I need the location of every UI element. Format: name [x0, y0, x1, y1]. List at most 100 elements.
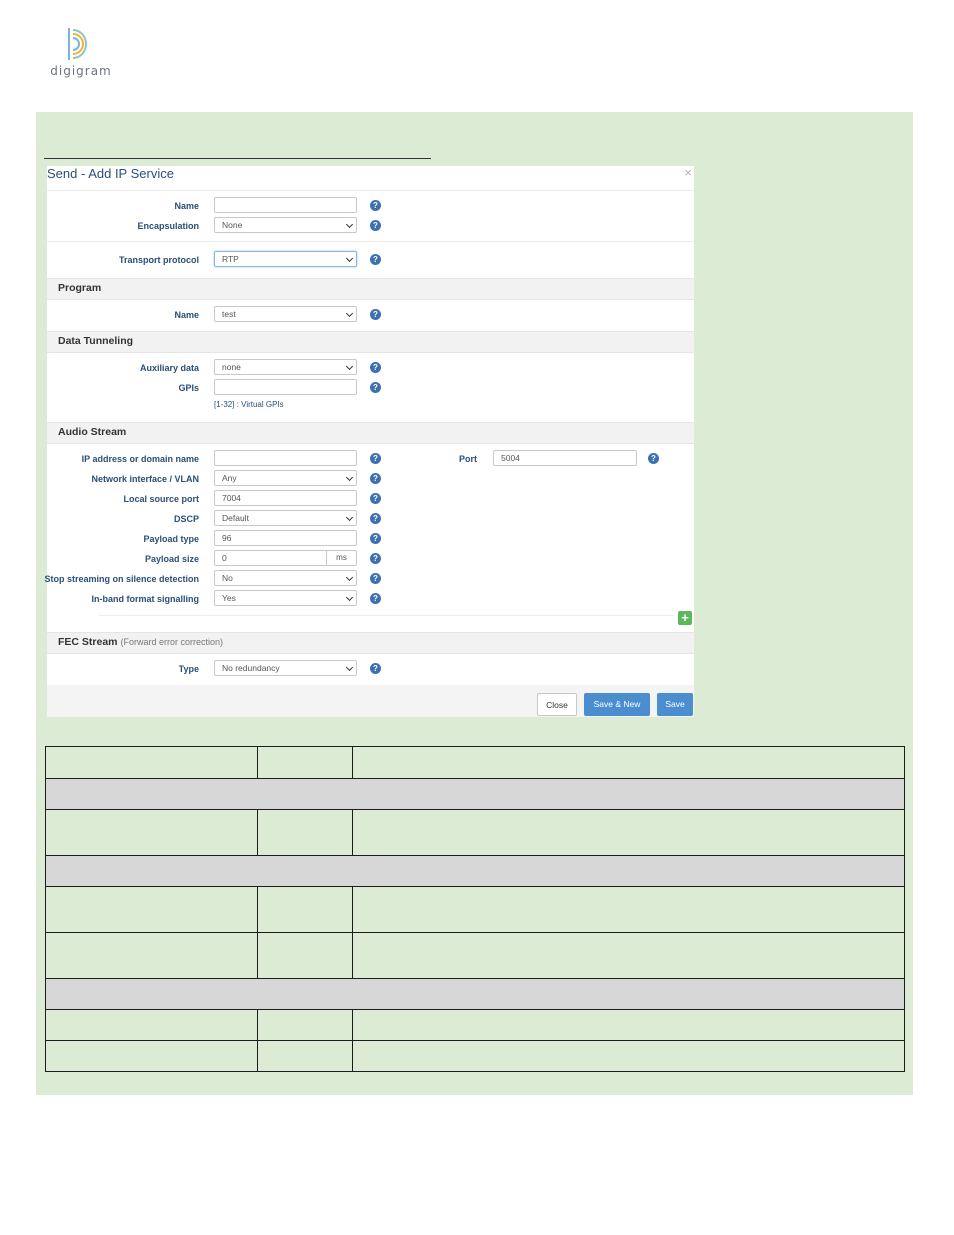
gpis-input[interactable] [214, 379, 357, 395]
gpis-help-icon[interactable]: ? [370, 382, 381, 393]
program-name-help-icon[interactable]: ? [370, 309, 381, 320]
payload-type-input[interactable]: 96 [214, 530, 357, 546]
table-cell [352, 1040, 905, 1072]
audio-stream-section-header: Audio Stream [47, 422, 694, 444]
table-section-row [45, 778, 905, 810]
local-source-port-help-icon[interactable]: ? [370, 493, 381, 504]
stop-on-silence-help-icon[interactable]: ? [370, 573, 381, 584]
dscp-help-icon[interactable]: ? [370, 513, 381, 524]
table-cell [45, 1040, 258, 1072]
local-source-port-label: Local source port [123, 494, 199, 504]
add-ip-service-dialog: Send - Add IP Service × Name ? Encapsula… [44, 165, 694, 717]
auxiliary-data-label: Auxiliary data [139, 363, 199, 373]
fec-type-label: Type [178, 664, 199, 674]
add-stream-button[interactable]: + [678, 611, 692, 625]
table-cell [257, 886, 353, 933]
payload-size-help-icon[interactable]: ? [370, 553, 381, 564]
program-section-title: Program [58, 282, 102, 294]
inband-format-label: In-band format signalling [91, 594, 200, 604]
fec-stream-title: FEC Stream [58, 636, 118, 648]
digigram-logo: digigram [50, 26, 114, 78]
table-cell [257, 746, 353, 779]
ip-address-input[interactable] [214, 450, 357, 466]
table-row [45, 886, 905, 933]
gpis-label: GPIs [178, 383, 199, 393]
ip-address-help-icon[interactable]: ? [370, 453, 381, 464]
transport-protocol-select[interactable]: RTP [214, 251, 357, 267]
program-name-select[interactable]: test [214, 306, 357, 322]
table-cell [45, 886, 258, 933]
payload-size-label: Payload size [144, 554, 199, 564]
logo-wordmark: digigram [50, 64, 112, 78]
table-row [45, 1040, 905, 1072]
stop-on-silence-select[interactable]: No [214, 570, 357, 586]
table-section-row [45, 855, 905, 887]
table-row [45, 809, 905, 856]
table-cell [257, 1009, 353, 1041]
heading-rule [44, 158, 431, 159]
table-cell [257, 1040, 353, 1072]
encapsulation-help-icon[interactable]: ? [370, 220, 381, 231]
table-cell [352, 932, 905, 979]
table-cell [45, 932, 258, 979]
dscp-select[interactable]: Default [214, 510, 357, 526]
data-tunneling-section-header: Data Tunneling [47, 331, 694, 353]
port-label: Port [459, 454, 477, 464]
divider [99, 615, 674, 616]
save-and-new-button[interactable]: Save & New [584, 693, 650, 716]
table-row [45, 932, 905, 979]
close-button[interactable]: Close [537, 693, 577, 716]
name-help-icon[interactable]: ? [370, 200, 381, 211]
audio-stream-section-title: Audio Stream [58, 426, 127, 438]
table-cell [45, 855, 905, 887]
table-cell [45, 1009, 258, 1041]
fec-stream-section-title: FEC Stream (Forward error correction) [58, 636, 223, 648]
stop-on-silence-label: Stop streaming on silence detection [44, 574, 199, 584]
encapsulation-label: Encapsulation [137, 221, 199, 231]
fec-type-select[interactable]: No redundancy [214, 660, 357, 676]
table-cell [45, 809, 258, 856]
encapsulation-select[interactable]: None [214, 217, 357, 233]
table-cell [45, 978, 905, 1010]
table-cell [257, 932, 353, 979]
divider [47, 190, 694, 191]
digigram-logo-mark [68, 28, 87, 60]
save-button[interactable]: Save [657, 693, 693, 716]
port-help-icon[interactable]: ? [648, 453, 659, 464]
transport-protocol-label: Transport protocol [118, 255, 199, 265]
table-cell [352, 1009, 905, 1041]
ip-address-label: IP address or domain name [81, 454, 199, 464]
data-tunneling-section-title: Data Tunneling [58, 335, 134, 347]
port-input[interactable]: 5004 [493, 450, 637, 466]
name-input[interactable] [214, 197, 357, 213]
table-cell [257, 809, 353, 856]
parameters-table [45, 746, 905, 1072]
payload-type-help-icon[interactable]: ? [370, 533, 381, 544]
table-section-row [45, 978, 905, 1010]
dscp-label: DSCP [173, 514, 199, 524]
local-source-port-input[interactable]: 7004 [214, 490, 357, 506]
payload-size-input[interactable]: 0 ms [214, 550, 357, 566]
inband-format-help-icon[interactable]: ? [370, 593, 381, 604]
fec-type-help-icon[interactable]: ? [370, 663, 381, 674]
payload-type-label: Payload type [143, 534, 199, 544]
table-cell [352, 886, 905, 933]
close-icon[interactable]: × [684, 165, 692, 180]
divider [47, 241, 694, 242]
fec-stream-subtitle: (Forward error correction) [120, 637, 223, 647]
dialog-title: Send - Add IP Service [47, 166, 174, 181]
network-interface-label: Network interface / VLAN [91, 474, 199, 484]
network-interface-select[interactable]: Any [214, 470, 357, 486]
table-cell [45, 778, 905, 810]
auxiliary-data-select[interactable]: none [214, 359, 357, 375]
table-cell [352, 809, 905, 856]
auxiliary-data-help-icon[interactable]: ? [370, 362, 381, 373]
transport-protocol-help-icon[interactable]: ? [370, 254, 381, 265]
payload-size-value: 0 [222, 553, 227, 563]
gpis-hint: [1-32] : Virtual GPIs [214, 400, 284, 409]
name-label: Name [174, 201, 199, 211]
inband-format-select[interactable]: Yes [214, 590, 357, 606]
network-interface-help-icon[interactable]: ? [370, 473, 381, 484]
table-cell [352, 746, 905, 779]
program-name-label: Name [174, 310, 199, 320]
